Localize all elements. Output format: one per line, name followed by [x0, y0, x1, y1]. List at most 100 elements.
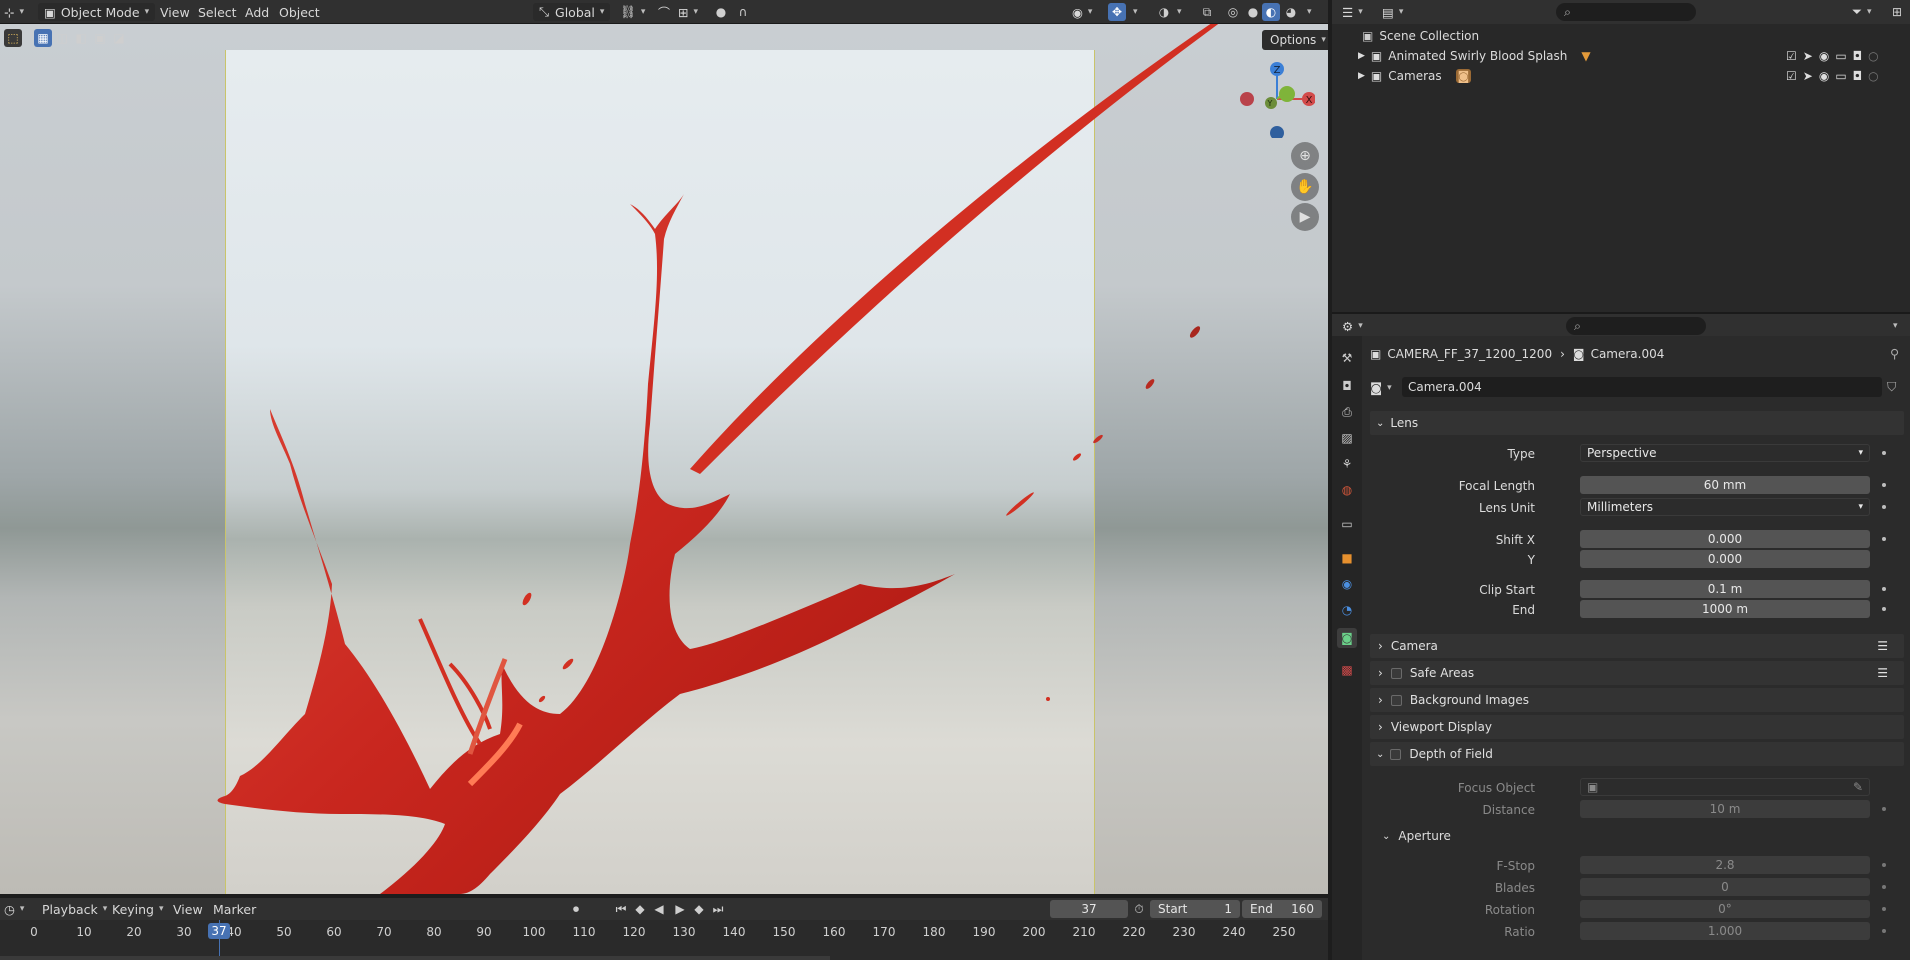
eye-icon[interactable]: ◉ — [1819, 49, 1829, 63]
camera-panel-header[interactable]: › Camera ☰ — [1370, 634, 1904, 658]
gizmo-neg-x[interactable] — [1240, 92, 1254, 106]
datablock-name-field[interactable]: Camera.004 — [1402, 377, 1882, 397]
select-mode-extend[interactable]: ◫ — [53, 29, 71, 47]
menu-object[interactable]: Object — [279, 3, 320, 21]
clip-end-field[interactable]: 1000 m — [1580, 600, 1870, 618]
tab-output[interactable]: ⎙ — [1337, 402, 1357, 422]
auto-key-button[interactable]: ⏺ — [567, 900, 585, 918]
shading-dropdown[interactable]: ▾ — [1302, 3, 1312, 21]
gizmo-toggle[interactable]: ✥ — [1108, 3, 1126, 21]
animate-dot[interactable] — [1882, 885, 1886, 889]
depth-of-field-panel-header[interactable]: ⌄ Depth of Field — [1370, 742, 1904, 766]
preview-range-toggle[interactable]: ⏱ — [1130, 900, 1148, 918]
camera-view-button[interactable]: ▶ — [1291, 203, 1319, 231]
shift-y-field[interactable]: 0.000 — [1580, 550, 1870, 568]
3d-viewport[interactable]: ⬚ ▦ ◫ ◧ ▣ ◪ Options ▾ Z X Y ⊕ ✋ ▶ — [0, 24, 1328, 894]
shading-solid[interactable]: ● — [1244, 3, 1262, 21]
navigation-gizmo[interactable]: Z X Y — [1235, 58, 1315, 138]
pin-icon[interactable]: ⚲ — [1890, 346, 1899, 361]
holdout-icon[interactable]: ○ — [1868, 49, 1878, 63]
properties-search-input[interactable]: ⌕ — [1566, 317, 1706, 335]
proportional-edit-toggle[interactable]: ● — [712, 3, 730, 21]
select-mode-invert[interactable]: ◪ — [110, 29, 128, 47]
distance-field[interactable]: 10 m — [1580, 800, 1870, 818]
pivot-point-button[interactable]: ⛓ ▾ — [620, 3, 645, 21]
snap-toggle[interactable]: ⌒ — [655, 3, 673, 21]
shift-x-field[interactable]: 0.000 — [1580, 530, 1870, 548]
monitor-icon[interactable]: ▭ — [1835, 69, 1846, 83]
select-mode-intersect[interactable]: ▣ — [91, 29, 109, 47]
animate-dot[interactable] — [1882, 863, 1886, 867]
playhead-indicator[interactable]: 37 — [208, 923, 230, 939]
checkbox-icon[interactable]: ☑ — [1786, 49, 1797, 63]
lens-type-dropdown[interactable]: Perspective ▾ — [1580, 444, 1870, 462]
blades-field[interactable]: 0 — [1580, 878, 1870, 896]
jump-end-button[interactable]: ⏭ — [709, 900, 727, 918]
play-reverse-button[interactable]: ◀ — [650, 900, 668, 918]
animate-dot[interactable] — [1882, 907, 1886, 911]
visibility-dropdown[interactable]: ◉ ▾ — [1072, 3, 1092, 21]
tab-render[interactable]: ◘ — [1337, 376, 1357, 396]
gizmo-dropdown[interactable]: ▾ — [1128, 3, 1138, 21]
frame-end-field[interactable]: End 160 — [1242, 900, 1322, 918]
menu-playback[interactable]: Playback ▾ — [42, 900, 107, 918]
monitor-icon[interactable]: ▭ — [1835, 49, 1846, 63]
xray-toggle[interactable]: ⧉ — [1198, 3, 1216, 21]
menu-add[interactable]: Add — [245, 3, 269, 21]
outliner-editor-type[interactable]: ☰ ▾ — [1342, 3, 1363, 21]
viewport-display-panel-header[interactable]: › Viewport Display — [1370, 715, 1904, 739]
background-images-panel-header[interactable]: › Background Images — [1370, 688, 1904, 712]
pan-button[interactable]: ✋ — [1291, 173, 1319, 201]
falloff-button[interactable]: ∩ — [734, 3, 752, 21]
ratio-field[interactable]: 1.000 — [1580, 922, 1870, 940]
datablock-selector[interactable]: ◙ ▾ — [1370, 380, 1392, 395]
list-icon[interactable]: ☰ — [1877, 639, 1888, 653]
tab-texture[interactable]: ▩ — [1337, 660, 1357, 680]
shading-wireframe[interactable]: ◎ — [1224, 3, 1242, 21]
rotation-field[interactable]: 0° — [1580, 900, 1870, 918]
tab-camera-data[interactable]: ◙ — [1337, 628, 1357, 648]
new-collection-button[interactable]: ⊞ — [1888, 3, 1906, 21]
timeline-editor-type[interactable]: ◷ ▾ — [4, 900, 24, 918]
select-mode-subtract[interactable]: ◧ — [72, 29, 90, 47]
jump-start-button[interactable]: ⏮ — [612, 900, 630, 918]
tab-collection[interactable]: ▭ — [1337, 514, 1357, 534]
prev-keyframe-button[interactable]: ◆ — [631, 900, 649, 918]
filter-button[interactable]: ⏷ ▾ — [1852, 3, 1872, 21]
select-arrow-icon[interactable]: ➤ — [1803, 49, 1813, 63]
animate-dot[interactable] — [1882, 505, 1886, 509]
current-frame-field[interactable]: 37 — [1050, 900, 1128, 918]
tab-object[interactable]: ■ — [1337, 548, 1357, 568]
animate-dot[interactable] — [1882, 537, 1886, 541]
gizmo-neg-z[interactable] — [1270, 126, 1284, 138]
options-button[interactable]: Options ▾ — [1262, 30, 1328, 50]
properties-editor-type[interactable]: ⚙ ▾ — [1342, 317, 1363, 335]
overlays-toggle[interactable]: ◑ — [1155, 3, 1173, 21]
frame-start-field[interactable]: Start 1 — [1150, 900, 1240, 918]
safe-areas-checkbox[interactable] — [1390, 667, 1402, 679]
menu-marker[interactable]: Marker — [213, 900, 256, 918]
safe-areas-panel-header[interactable]: › Safe Areas ☰ — [1370, 661, 1904, 685]
tab-world[interactable]: ◍ — [1337, 480, 1357, 500]
next-keyframe-button[interactable]: ◆ — [690, 900, 708, 918]
checkbox-icon[interactable]: ☑ — [1786, 69, 1797, 83]
background-images-checkbox[interactable] — [1390, 694, 1402, 706]
gizmo-y-axis[interactable] — [1279, 86, 1295, 102]
select-tool-button[interactable]: ⬚ — [4, 29, 22, 47]
tab-tool[interactable]: ⚒ — [1337, 348, 1357, 368]
display-mode-button[interactable]: ▤ ▾ — [1382, 3, 1403, 21]
play-button[interactable]: ▶ — [671, 900, 689, 918]
editor-type-button[interactable]: ⊹ ▾ — [4, 3, 24, 21]
tab-view-layer[interactable]: ▨ — [1337, 428, 1357, 448]
zoom-button[interactable]: ⊕ — [1291, 142, 1319, 170]
lens-unit-dropdown[interactable]: Millimeters ▾ — [1580, 498, 1870, 516]
clip-start-field[interactable]: 0.1 m — [1580, 580, 1870, 598]
select-mode-new[interactable]: ▦ — [34, 29, 52, 47]
depth-of-field-checkbox[interactable] — [1390, 748, 1402, 760]
transform-orientation-dropdown[interactable]: ⤡ Global ▾ — [533, 3, 611, 21]
scene-collection-row[interactable]: ▣ Scene Collection — [1332, 26, 1910, 46]
eyedropper-icon[interactable]: ✎ — [1853, 780, 1863, 794]
holdout-icon[interactable]: ○ — [1868, 69, 1878, 83]
camera-render-icon[interactable]: ◘ — [1853, 49, 1863, 63]
fake-user-shield-icon[interactable]: ⛉ — [1887, 379, 1896, 395]
